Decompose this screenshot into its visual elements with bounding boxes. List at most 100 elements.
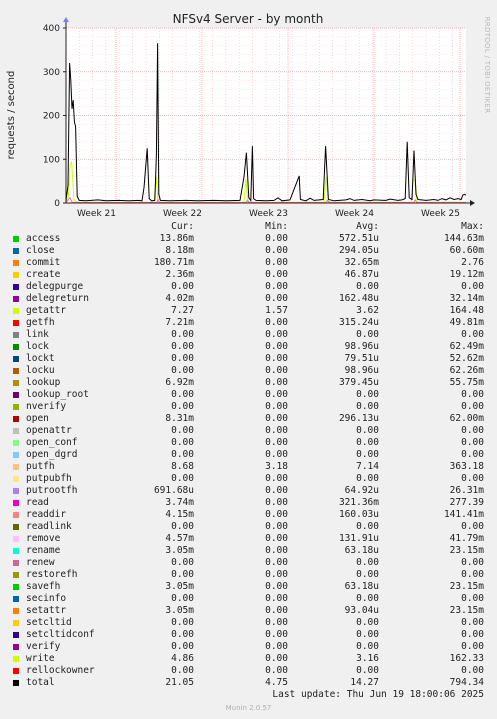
legend-cur: 0.00 — [171, 437, 194, 448]
legend-max: 23.15m — [449, 581, 484, 592]
legend-max: 23.15m — [449, 605, 484, 616]
legend-name: savefh — [26, 581, 61, 592]
legend-swatch — [13, 248, 19, 254]
legend-header-avg: Avg: — [356, 221, 379, 232]
legend-name: readlink — [26, 521, 72, 532]
legend-cur: 0.00 — [171, 521, 194, 532]
legend-row-verify: verify 0.00 0.00 0.00 0.00 — [12, 641, 490, 653]
legend-cur: 0.00 — [171, 629, 194, 640]
legend-swatch — [13, 584, 19, 590]
legend-swatch — [13, 332, 19, 338]
legend-name: putrootfh — [26, 485, 78, 496]
legend-avg: 379.45u — [338, 377, 379, 388]
legend-name: close — [26, 245, 55, 256]
legend-avg: 0.00 — [356, 665, 379, 676]
legend-name: verify — [26, 641, 61, 652]
legend-cur: 4.86 — [171, 653, 194, 664]
legend-avg: 315.24u — [338, 317, 379, 328]
legend-row-open_conf: open_conf 0.00 0.00 0.00 0.00 — [12, 437, 490, 449]
legend-swatch — [13, 560, 19, 566]
legend-avg: 0.00 — [356, 593, 379, 604]
legend-avg: 162.48u — [338, 293, 379, 304]
legend-header-cur: Cur: — [171, 221, 194, 232]
legend-avg: 0.00 — [356, 557, 379, 568]
legend-swatch — [13, 632, 19, 638]
legend-max: 0.00 — [461, 665, 484, 676]
legend-swatch — [13, 260, 19, 266]
legend-name: lookup — [26, 377, 61, 388]
legend-name: open_conf — [26, 437, 78, 448]
legend-row-access: access 13.86m 0.00 572.51u 144.63m — [12, 233, 490, 245]
legend-avg: 46.87u — [344, 269, 379, 280]
legend-header-max: Max: — [461, 221, 484, 232]
legend-row-renew: renew 0.00 0.00 0.00 0.00 — [12, 557, 490, 569]
legend-avg: 0.00 — [356, 617, 379, 628]
y-tick-label: 0 — [54, 199, 60, 209]
legend-cur: 3.05m — [165, 581, 194, 592]
y-tick-label: 100 — [43, 155, 60, 165]
legend-avg: 3.62 — [356, 305, 379, 316]
legend-min: 0.00 — [265, 581, 288, 592]
legend-min: 0.00 — [265, 497, 288, 508]
legend-name: rellockowner — [26, 665, 95, 676]
legend-swatch — [13, 344, 19, 350]
legend-avg: 0.00 — [356, 329, 379, 340]
legend-name: access — [26, 233, 61, 244]
legend-name: locku — [26, 365, 55, 376]
legend-swatch — [13, 656, 19, 662]
legend-cur: 7.21m — [165, 317, 194, 328]
legend-swatch — [13, 272, 19, 278]
legend-avg: 572.51u — [338, 233, 379, 244]
legend-min: 3.18 — [265, 461, 288, 472]
legend-row-putpubfh: putpubfh 0.00 0.00 0.00 0.00 — [12, 473, 490, 485]
legend-min: 0.00 — [265, 353, 288, 364]
legend-row-total: total 21.05 4.75 14.27 794.34 — [12, 677, 490, 689]
legend-cur: 0.00 — [171, 665, 194, 676]
legend-min: 0.00 — [265, 509, 288, 520]
x-tick-label: Week 21 — [77, 209, 116, 219]
legend-cur: 4.57m — [165, 533, 194, 544]
legend-name: delegpurge — [26, 281, 84, 292]
legend-row-open_dgrd: open_dgrd 0.00 0.00 0.00 0.00 — [12, 449, 490, 461]
legend-swatch — [13, 548, 19, 554]
legend-name: rename — [26, 545, 61, 556]
legend-min: 0.00 — [265, 389, 288, 400]
legend-max: 0.00 — [461, 569, 484, 580]
legend-max: 55.75m — [449, 377, 484, 388]
legend-avg: 0.00 — [356, 521, 379, 532]
legend-row-setattr: setattr 3.05m 0.00 93.04u 23.15m — [12, 605, 490, 617]
legend-avg: 0.00 — [356, 425, 379, 436]
legend-name: setcltid — [26, 617, 72, 628]
y-tick-label: 200 — [43, 112, 60, 122]
legend-avg: 321.36m — [338, 497, 379, 508]
legend-max: 0.00 — [461, 641, 484, 652]
legend-max: 277.39 — [449, 497, 484, 508]
legend-min: 0.00 — [265, 485, 288, 496]
legend-cur: 8.31m — [165, 413, 194, 424]
legend-swatch — [13, 488, 19, 494]
legend-row-rename: rename 3.05m 0.00 63.18u 23.15m — [12, 545, 490, 557]
legend-avg: 0.00 — [356, 401, 379, 412]
legend-row-open: open 8.31m 0.00 296.13u 62.00m — [12, 413, 490, 425]
legend-swatch — [13, 452, 19, 458]
legend-row-close: close 8.18m 0.00 294.05u 60.60m — [12, 245, 490, 257]
legend-swatch — [13, 644, 19, 650]
legend-cur: 0.00 — [171, 329, 194, 340]
legend-min: 0.00 — [265, 641, 288, 652]
legend-cur: 4.02m — [165, 293, 194, 304]
legend-max: 0.00 — [461, 617, 484, 628]
legend-min: 1.57 — [265, 305, 288, 316]
legend-name: renew — [26, 557, 55, 568]
legend-max: 49.81m — [449, 317, 484, 328]
legend-avg: 93.04u — [344, 605, 379, 616]
legend-swatch — [13, 368, 19, 374]
legend-name: remove — [26, 533, 61, 544]
rrdtool-credit: RRDTOOL / TOBI OETIKER — [483, 17, 491, 114]
legend-min: 0.00 — [265, 449, 288, 460]
legend-max: 0.00 — [461, 449, 484, 460]
legend-cur: 0.00 — [171, 365, 194, 376]
legend-name: open — [26, 413, 49, 424]
legend-swatch — [13, 320, 19, 326]
legend-swatch — [13, 668, 19, 674]
legend-max: 0.00 — [461, 425, 484, 436]
